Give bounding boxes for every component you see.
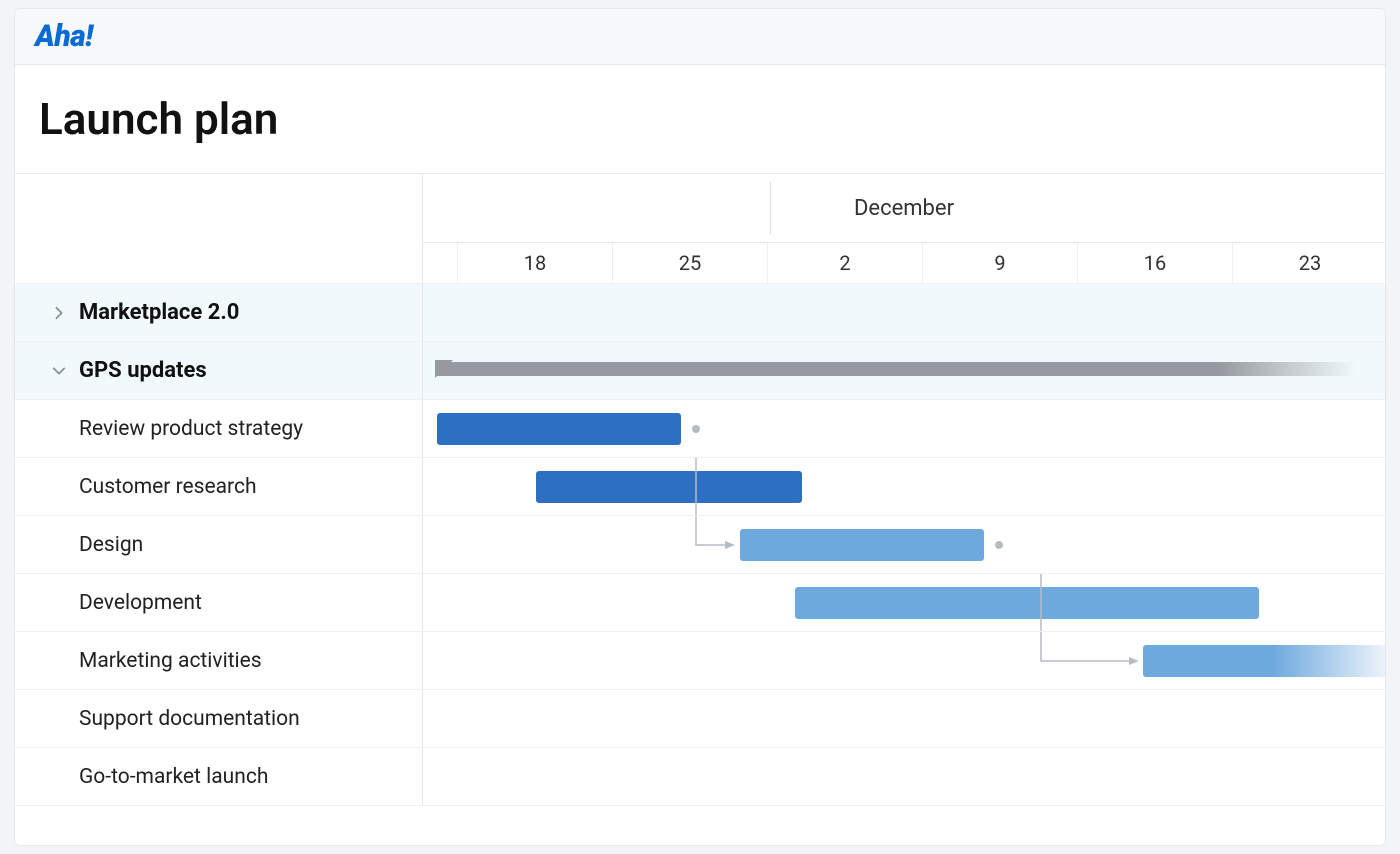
page-header: Launch plan [15, 65, 1385, 173]
gantt-summary-bar[interactable] [437, 362, 1357, 376]
gantt-group-row-gps[interactable]: GPS updates [15, 342, 1385, 400]
gantt-task-label: Support documentation [79, 707, 300, 731]
gantt-group-row-marketplace[interactable]: Marketplace 2.0 [15, 284, 1385, 342]
dependency-dot-icon [995, 541, 1003, 549]
gantt-month-band: December [423, 174, 1385, 242]
gantt-day-gutter [423, 243, 457, 283]
gantt-days-band: 18 25 2 9 16 23 [423, 242, 1385, 283]
gantt-task-row: Go-to-market launch [15, 748, 1385, 806]
gantt-group-right [423, 342, 1385, 399]
page-title: Launch plan [39, 93, 1385, 145]
gantt-task-right [423, 458, 1385, 515]
gantt-group-left: GPS updates [15, 342, 423, 399]
gantt-day-header: 25 [612, 243, 767, 283]
gantt-day-header: 2 [767, 243, 922, 283]
gantt-task-row: Development [15, 574, 1385, 632]
gantt-task-right [423, 400, 1385, 457]
topbar: Aha! [15, 9, 1385, 65]
gantt-task-left[interactable]: Support documentation [15, 690, 423, 747]
dependency-arrow-icon [1129, 657, 1139, 665]
dependency-dot-icon [692, 425, 700, 433]
gantt-task-row: Customer research [15, 458, 1385, 516]
gantt-task-left[interactable]: Customer research [15, 458, 423, 515]
gantt-chart: December 18 25 2 9 16 23 Marketplac [15, 173, 1385, 806]
gantt-group-right [423, 284, 1385, 341]
gantt-bar-strategy[interactable] [437, 413, 681, 445]
gantt-task-right [423, 690, 1385, 747]
gantt-day-header: 9 [922, 243, 1077, 283]
gantt-task-row: Marketing activities [15, 632, 1385, 690]
gantt-task-label: Development [79, 591, 202, 615]
gantt-task-label: Go-to-market launch [79, 765, 268, 789]
gantt-header-right: December 18 25 2 9 16 23 [423, 174, 1385, 283]
gantt-task-left[interactable]: Development [15, 574, 423, 631]
gantt-bar-development[interactable] [795, 587, 1259, 619]
dependency-line-icon [1041, 632, 1135, 661]
gantt-task-right [423, 574, 1385, 631]
gantt-day-header: 23 [1232, 243, 1385, 283]
gantt-task-left[interactable]: Review product strategy [15, 400, 423, 457]
gantt-task-label: Design [79, 533, 143, 557]
gantt-day-header: 16 [1077, 243, 1232, 283]
gantt-task-right [423, 516, 1385, 573]
gantt-bar-marketing[interactable] [1143, 645, 1385, 677]
gantt-task-row: Support documentation [15, 690, 1385, 748]
gantt-task-label: Customer research [79, 475, 257, 499]
gantt-group-label: Marketplace 2.0 [79, 300, 239, 325]
app-logo: Aha! [35, 19, 93, 54]
app-window: Aha! Launch plan December 18 25 2 9 16 [14, 8, 1386, 846]
gantt-task-left[interactable]: Marketing activities [15, 632, 423, 689]
gantt-task-right [423, 748, 1385, 805]
dependency-arrow-icon [725, 541, 735, 549]
dependency-line-icon [696, 516, 731, 545]
gantt-day-header: 18 [457, 243, 612, 283]
gantt-bar-research[interactable] [536, 471, 802, 503]
chevron-down-icon[interactable] [49, 361, 69, 381]
gantt-task-label: Marketing activities [79, 649, 262, 673]
gantt-header-row: December 18 25 2 9 16 23 [15, 174, 1385, 284]
gantt-task-right [423, 632, 1385, 689]
gantt-group-label: GPS updates [79, 358, 207, 383]
gantt-group-left: Marketplace 2.0 [15, 284, 423, 341]
gantt-month-label: December [854, 196, 954, 221]
gantt-task-label: Review product strategy [79, 417, 303, 441]
gantt-task-left[interactable]: Design [15, 516, 423, 573]
gantt-task-row: Design [15, 516, 1385, 574]
gantt-bar-design[interactable] [740, 529, 984, 561]
chevron-right-icon[interactable] [49, 303, 69, 323]
gantt-header-left [15, 174, 423, 283]
gantt-task-left[interactable]: Go-to-market launch [15, 748, 423, 805]
gantt-task-row: Review product strategy [15, 400, 1385, 458]
